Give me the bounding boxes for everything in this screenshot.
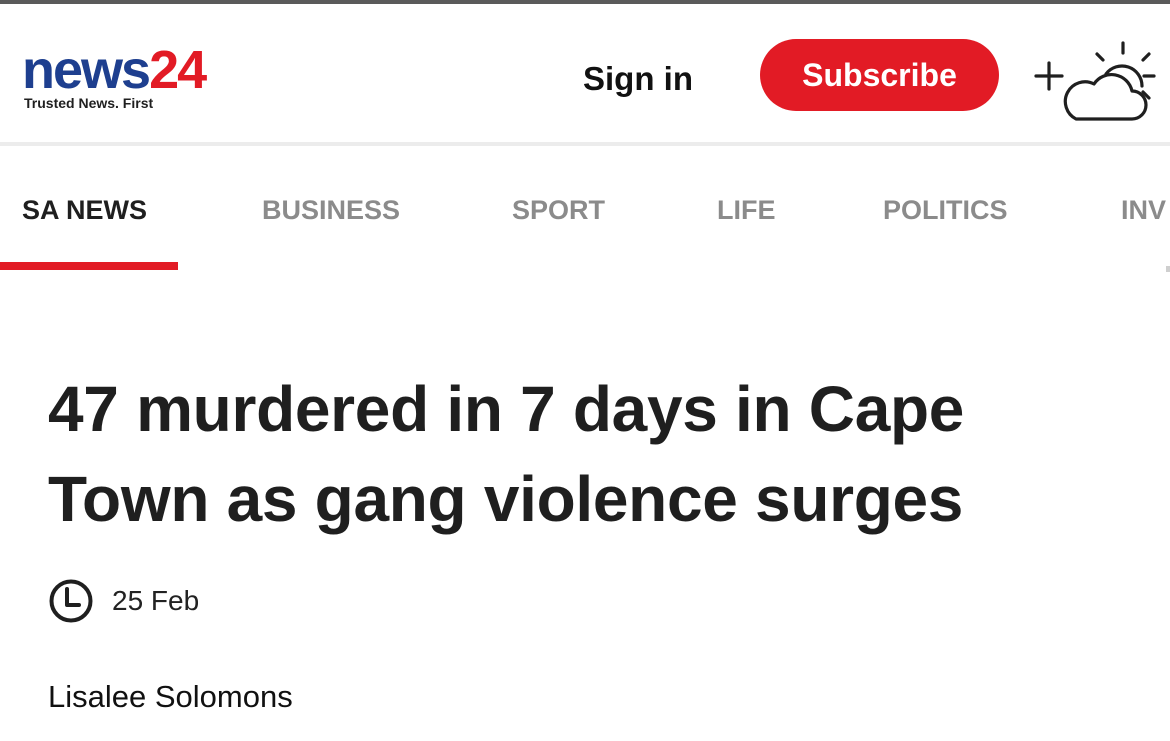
nav-scroll-edge: [1166, 266, 1170, 272]
clock-icon: [49, 579, 93, 623]
logo-wordmark: news24: [22, 40, 207, 100]
subscribe-button[interactable]: Subscribe: [760, 39, 999, 111]
active-tab-indicator: [0, 262, 178, 270]
article-date: 25 Feb: [112, 585, 200, 616]
nav-item-politics[interactable]: POLITICS: [883, 194, 1008, 226]
weather-widget[interactable]: [1032, 40, 1160, 126]
site-header: news24 Trusted News. First Sign in Subsc…: [0, 4, 1170, 146]
article-headline: 47 murdered in 7 days in Cape Town as ga…: [48, 373, 965, 535]
article-meta: 25 Feb: [48, 578, 199, 624]
logo-word-number: 24: [149, 40, 207, 100]
logo-word-news: news: [22, 40, 151, 100]
logo-tagline: Trusted News. First: [24, 95, 154, 111]
news24-logo[interactable]: news24 Trusted News. First: [22, 40, 242, 120]
nav-item-life[interactable]: LIFE: [717, 194, 776, 226]
article-author[interactable]: Lisalee Solomons: [48, 678, 293, 716]
sign-in-link[interactable]: Sign in: [583, 59, 693, 99]
partly-cloudy-add-icon: [1034, 41, 1156, 121]
nav-item-business[interactable]: BUSINESS: [262, 194, 400, 226]
nav-item-investigations[interactable]: INV: [1121, 194, 1166, 226]
section-nav: SA NEWS BUSINESS SPORT LIFE POLITICS INV: [0, 150, 1170, 272]
nav-item-sport[interactable]: SPORT: [512, 194, 605, 226]
nav-item-sa-news[interactable]: SA NEWS: [22, 194, 147, 226]
